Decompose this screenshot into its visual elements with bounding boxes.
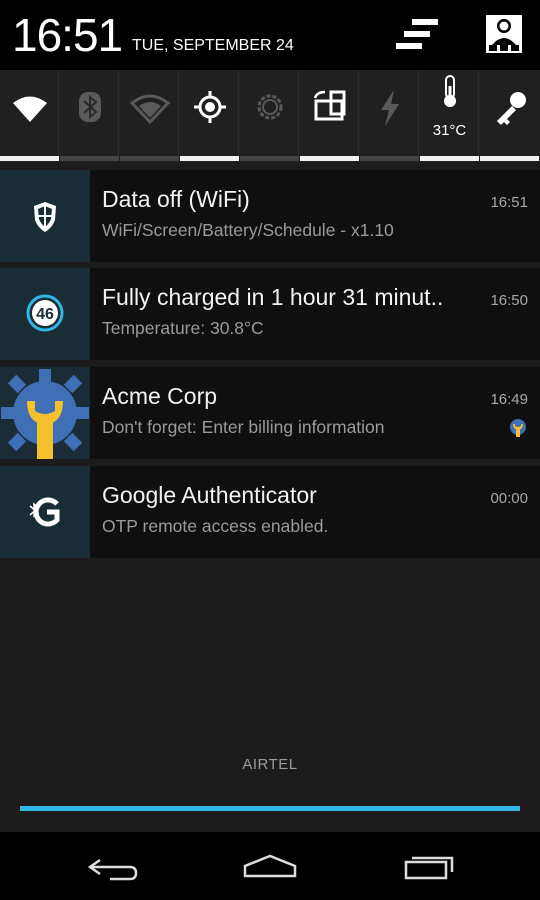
rotate-icon [313,90,346,121]
notification-text: Temperature: 30.8°C [102,318,264,338]
wifi-icon [13,96,47,122]
notification-icon-box [0,367,90,459]
recents-button[interactable] [392,846,462,886]
shield-icon [34,202,56,232]
notification-text: WiFi/Screen/Battery/Schedule - x1.10 [102,220,394,240]
clock: 16:51 [12,9,123,61]
tile-gps[interactable] [180,70,239,162]
date[interactable]: TUE, SEPTEMBER 24 [132,37,294,55]
home-button[interactable] [235,846,305,886]
notification-item[interactable]: 46 Fully charged in 1 hour 31 minut.. Te… [0,268,540,360]
key-icon [497,92,526,125]
gear-wrench-small-icon [510,419,526,437]
notification-item[interactable]: Data off (WiFi) WiFi/Screen/Battery/Sche… [0,170,540,262]
tile-wifi[interactable] [0,70,59,162]
notification-icon-box [0,170,90,262]
temperature-label: 31°C [432,122,467,139]
notification-header: 16:51 TUE, SEPTEMBER 24 [0,0,540,70]
gear-wrench-icon [0,367,90,459]
user-profile-icon[interactable] [484,15,530,55]
quick-settings-toggle-icon[interactable] [394,15,440,55]
notification-time: 16:50 [490,292,528,309]
tile-mobile-data[interactable] [120,70,179,162]
notification-title: Fully charged in 1 hour 31 minut.. [102,284,444,310]
tile-lock[interactable] [480,70,540,162]
thermometer-icon [444,75,456,107]
recents-icon [404,856,454,880]
notification-title: Google Authenticator [102,482,317,508]
notification-time: 16:49 [490,391,528,408]
gps-icon [194,91,226,123]
back-icon [87,858,138,881]
tile-bluetooth[interactable] [60,70,119,162]
home-icon [243,854,297,878]
bluetooth-icon [79,92,101,122]
authenticator-icon [29,497,60,527]
notification-item[interactable]: Acme Corp Don't forget: Enter billing in… [0,367,540,459]
mobile-data-icon [129,94,171,125]
tile-indicator [0,156,59,161]
notification-text: OTP remote access enabled. [102,516,329,536]
notification-title: Data off (WiFi) [102,186,250,212]
notification-icon-box [0,466,90,558]
notification-title: Acme Corp [102,383,218,409]
panel-drag-handle[interactable] [20,806,520,811]
tile-flash[interactable] [360,70,419,162]
notification-item[interactable]: Google Authenticator OTP remote access e… [0,466,540,558]
battery-level-badge: 46 [36,306,54,323]
tile-temperature[interactable]: 31°C [420,70,479,162]
notification-time: 00:00 [490,490,528,507]
tile-auto-rotate[interactable] [300,70,359,162]
back-button[interactable] [78,846,148,886]
notification-time: 16:51 [490,194,528,211]
brightness-icon [257,94,283,120]
notification-icon-box: 46 [0,268,90,360]
notification-text: Don't forget: Enter billing information [102,417,385,437]
battery-level-icon: 46 [26,294,64,332]
tile-brightness[interactable] [240,70,299,162]
navigation-bar [0,832,540,900]
quick-settings-row: 31°C [0,70,540,162]
carrier-label: AIRTEL [242,756,298,773]
flash-icon [381,90,399,126]
